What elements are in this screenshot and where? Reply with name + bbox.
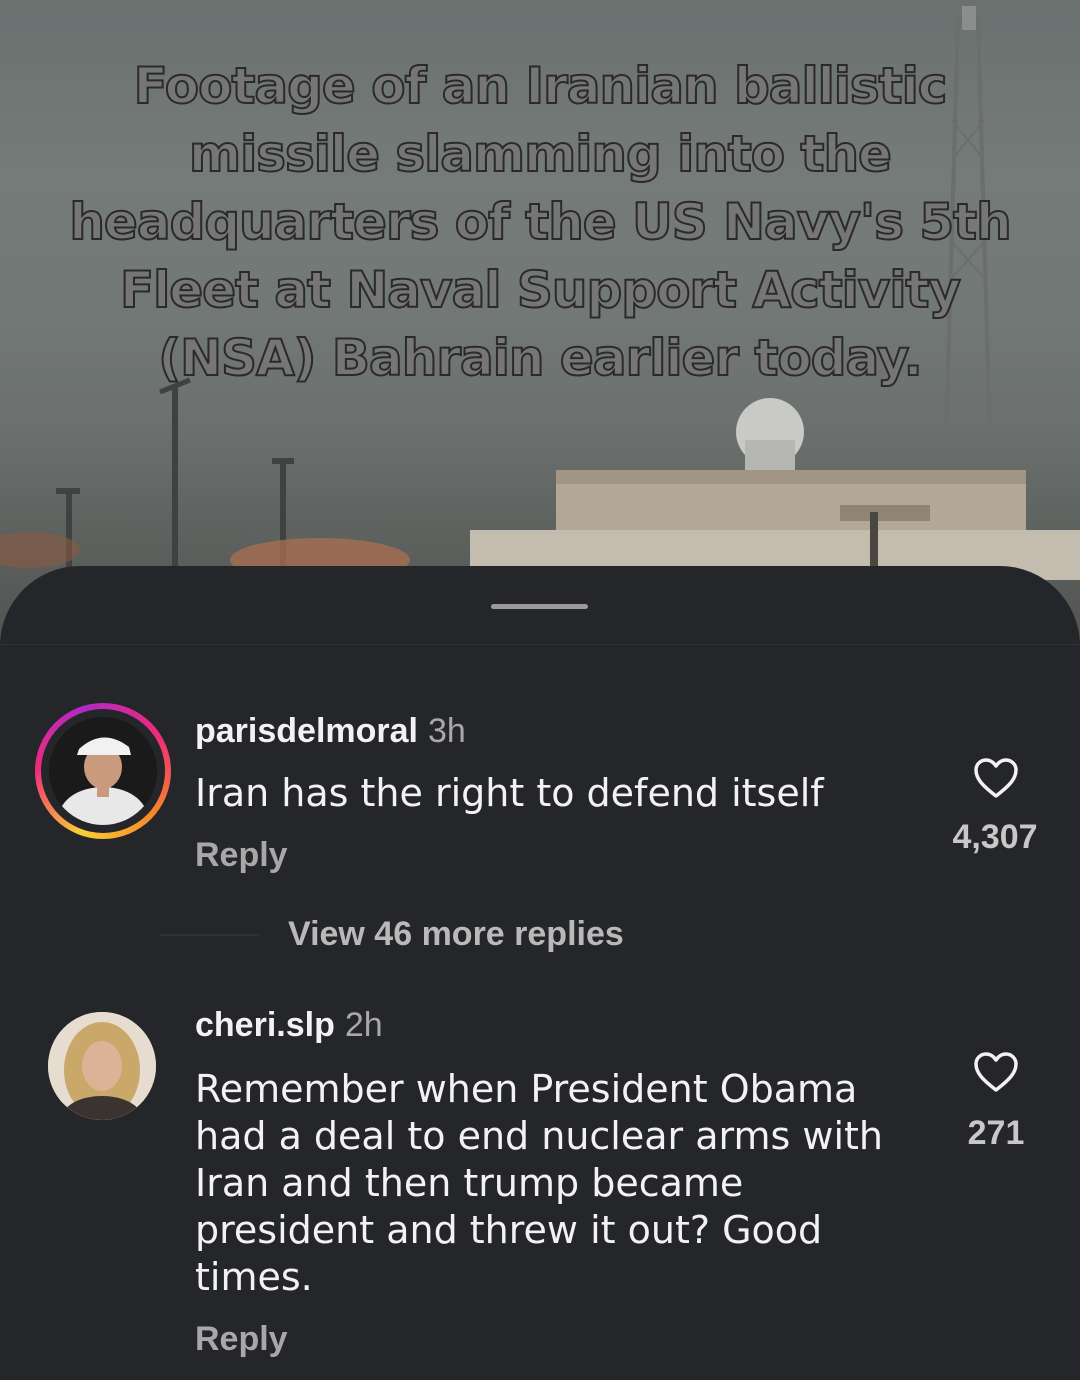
thread-line [160,934,260,936]
view-more-replies-button[interactable]: View 46 more replies [288,915,624,954]
like-count: 271 [967,1114,1025,1152]
avatar[interactable] [35,703,171,839]
video-caption: Footage of an Iranian ballistic missile … [68,56,1012,388]
avatar-image [48,1012,156,1120]
avatar-image [49,717,157,825]
heart-outline-icon[interactable] [973,757,1019,799]
comment-username[interactable]: cheri.slp [195,1006,335,1044]
sheet-divider [0,644,1080,645]
comment-text: Remember when President Obama had a deal… [195,1067,883,1299]
like-count: 4,307 [952,818,1038,856]
comment-timestamp: 2h [344,1006,383,1044]
avatar[interactable] [48,1012,156,1120]
comment-timestamp: 3h [427,712,466,750]
reply-button[interactable]: Reply [195,1320,288,1359]
reply-button[interactable]: Reply [195,836,288,875]
comment-username[interactable]: parisdelmoral [195,712,418,750]
comment-text: Iran has the right to defend itself [195,771,824,815]
sheet-drag-handle[interactable] [491,604,588,609]
heart-outline-icon[interactable] [973,1051,1019,1093]
